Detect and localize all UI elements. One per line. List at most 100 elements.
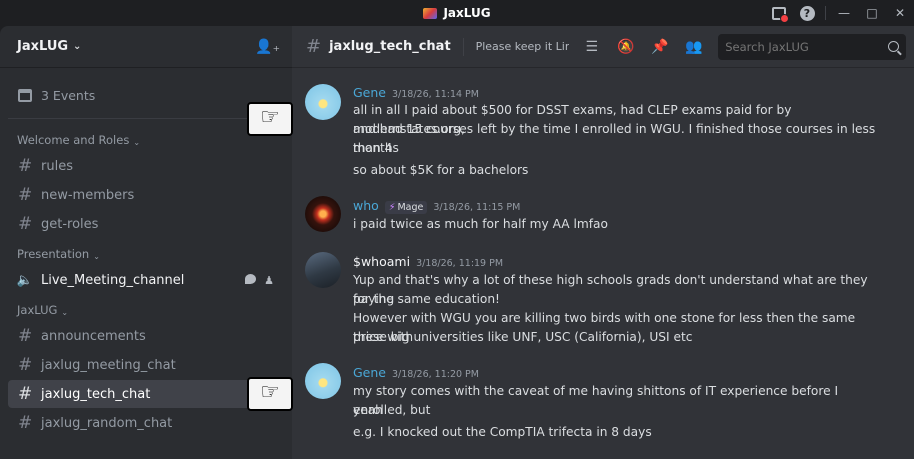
channel-announcements[interactable]: # announcements — [8, 322, 284, 350]
chevron-down-icon: ⌄ — [61, 308, 69, 317]
close-button[interactable]: ✕ — [886, 0, 914, 26]
minimize-button[interactable]: — — [830, 0, 858, 26]
chevron-down-icon: ⌄ — [73, 41, 82, 52]
pointing-hand-icon: ☞ — [247, 377, 293, 411]
voice-channel-actions: ♟ — [245, 273, 274, 287]
help-button[interactable]: ? — [793, 0, 821, 26]
channel-label: jaxlug_tech_chat — [41, 386, 151, 402]
channel-topic[interactable]: Please keep it Lin... — [476, 40, 570, 53]
message-header: Gene 3/18/26, 11:14 PM — [353, 85, 479, 100]
role-tag-label: Mage — [397, 202, 424, 213]
author-name[interactable]: who — [353, 198, 379, 213]
channel-label: jaxlug_meeting_chat — [41, 357, 176, 373]
hash-icon: # — [18, 355, 33, 375]
channel-label: new-members — [41, 187, 135, 203]
message-text: e.g. I knocked out the CompTIA trifecta … — [353, 425, 652, 439]
inbox-button[interactable] — [765, 0, 793, 26]
timestamp: 3/18/26, 11:15 PM — [433, 202, 521, 213]
window-title: JaxLUG — [443, 6, 491, 20]
message-header: Gene 3/18/26, 11:20 PM — [353, 365, 479, 380]
pin-icon[interactable]: 📌 — [651, 38, 668, 55]
channel-new-members[interactable]: # new-members — [8, 181, 284, 209]
message-text: yeah — [353, 403, 383, 417]
search-box[interactable] — [718, 33, 906, 60]
voice-channel-live-meeting[interactable]: 🔈 Live_Meeting_channel ♟ — [8, 266, 284, 294]
message-text: months — [353, 141, 399, 155]
title-bar: JaxLUG ? — □ ✕ — [0, 0, 914, 26]
member-list-icon[interactable]: 👥 — [685, 38, 702, 55]
channel-header: # jaxlug_tech_chat Please keep it Lin...… — [292, 26, 914, 68]
minimize-icon: — — [838, 6, 850, 20]
threads-icon[interactable]: ☰ — [583, 38, 600, 55]
channel-jaxlug-meeting-chat[interactable]: # jaxlug_meeting_chat — [8, 351, 284, 379]
author-name[interactable]: $whoami — [353, 254, 410, 269]
chat-main: # jaxlug_tech_chat Please keep it Lin...… — [292, 26, 914, 459]
divider — [462, 37, 464, 56]
channel-label: get-roles — [41, 216, 99, 232]
hash-icon: # — [18, 185, 33, 205]
channel-label: jaxlug_random_chat — [41, 415, 173, 431]
invite-icon[interactable]: ♟ — [264, 274, 274, 287]
timestamp: 3/18/26, 11:19 PM — [416, 258, 504, 269]
category-jaxlug[interactable]: JaxLUG ⌄ — [0, 295, 292, 321]
hash-icon: # — [18, 384, 33, 404]
maximize-icon: □ — [866, 6, 878, 20]
category-presentation[interactable]: Presentation ⌄ — [0, 239, 292, 265]
search-input[interactable] — [725, 39, 886, 54]
channel-jaxlug-random-chat[interactable]: # jaxlug_random_chat — [8, 409, 284, 437]
header-toolbar: ☰ 🔕 📌 👥 — [583, 38, 702, 55]
avatar[interactable] — [305, 363, 341, 399]
avatar[interactable] — [305, 252, 341, 288]
maximize-button[interactable]: □ — [858, 0, 886, 26]
hash-icon: # — [18, 326, 33, 346]
message-header: who ⚡ Mage 3/18/26, 11:15 PM — [353, 198, 520, 214]
message-list: Gene 3/18/26, 11:14 PM all in all I paid… — [292, 68, 914, 459]
lightning-icon: ⚡ — [388, 202, 396, 213]
author-name[interactable]: Gene — [353, 365, 386, 380]
server-name-wrap: JaxLUG ⌄ — [17, 39, 81, 54]
inbox-icon — [772, 6, 789, 23]
category-label: Welcome and Roles — [17, 133, 130, 147]
message-text: for the same education! — [353, 292, 500, 306]
divider — [825, 6, 826, 20]
server-header[interactable]: JaxLUG ⌄ 👤₊ — [0, 26, 292, 68]
chevron-down-icon: ⌄ — [133, 138, 141, 147]
channel-label: Live_Meeting_channel — [41, 272, 185, 288]
invite-people-icon[interactable]: 👤₊ — [255, 39, 280, 55]
channel-jaxlug-tech-chat[interactable]: # jaxlug_tech_chat — [8, 380, 284, 408]
speaker-icon: 🔈 — [16, 272, 34, 288]
avatar[interactable] — [305, 196, 341, 232]
search-icon — [888, 41, 899, 52]
channel-label: announcements — [41, 328, 146, 344]
message-text: so about $5K for a bachelors — [353, 163, 529, 177]
avatar[interactable] — [305, 84, 341, 120]
timestamp: 3/18/26, 11:20 PM — [392, 369, 479, 380]
role-tag: ⚡ Mage — [384, 201, 428, 214]
divider — [8, 118, 284, 119]
channel-get-roles[interactable]: # get-roles — [8, 210, 284, 238]
hash-icon: # — [18, 156, 33, 176]
author-name[interactable]: Gene — [353, 85, 386, 100]
hash-icon: # — [18, 413, 33, 433]
timestamp: 3/18/26, 11:14 PM — [392, 89, 479, 100]
close-icon: ✕ — [894, 6, 906, 20]
chat-bubble-icon[interactable] — [245, 273, 257, 284]
app-title: JaxLUG — [423, 6, 491, 20]
help-icon: ? — [799, 5, 815, 21]
hash-icon: # — [18, 214, 33, 234]
message-header: $whoami 3/18/26, 11:19 PM — [353, 254, 503, 269]
calendar-icon — [18, 88, 32, 102]
channel-rules[interactable]: # rules — [8, 152, 284, 180]
events-item[interactable]: 3 Events — [8, 78, 284, 112]
pointing-hand-icon: ☞ — [247, 102, 293, 136]
message-text: i paid twice as much for half my AA lmfa… — [353, 217, 608, 231]
channel-title: jaxlug_tech_chat — [329, 39, 451, 54]
category-label: Presentation — [17, 247, 90, 261]
app-logo-icon — [423, 7, 438, 19]
notification-bell-muted-icon[interactable]: 🔕 — [617, 38, 634, 55]
server-name: JaxLUG — [17, 39, 69, 54]
category-label: JaxLUG — [17, 303, 58, 317]
events-label: 3 Events — [41, 87, 96, 103]
hash-icon: # — [306, 36, 322, 57]
channel-label: rules — [41, 158, 73, 174]
